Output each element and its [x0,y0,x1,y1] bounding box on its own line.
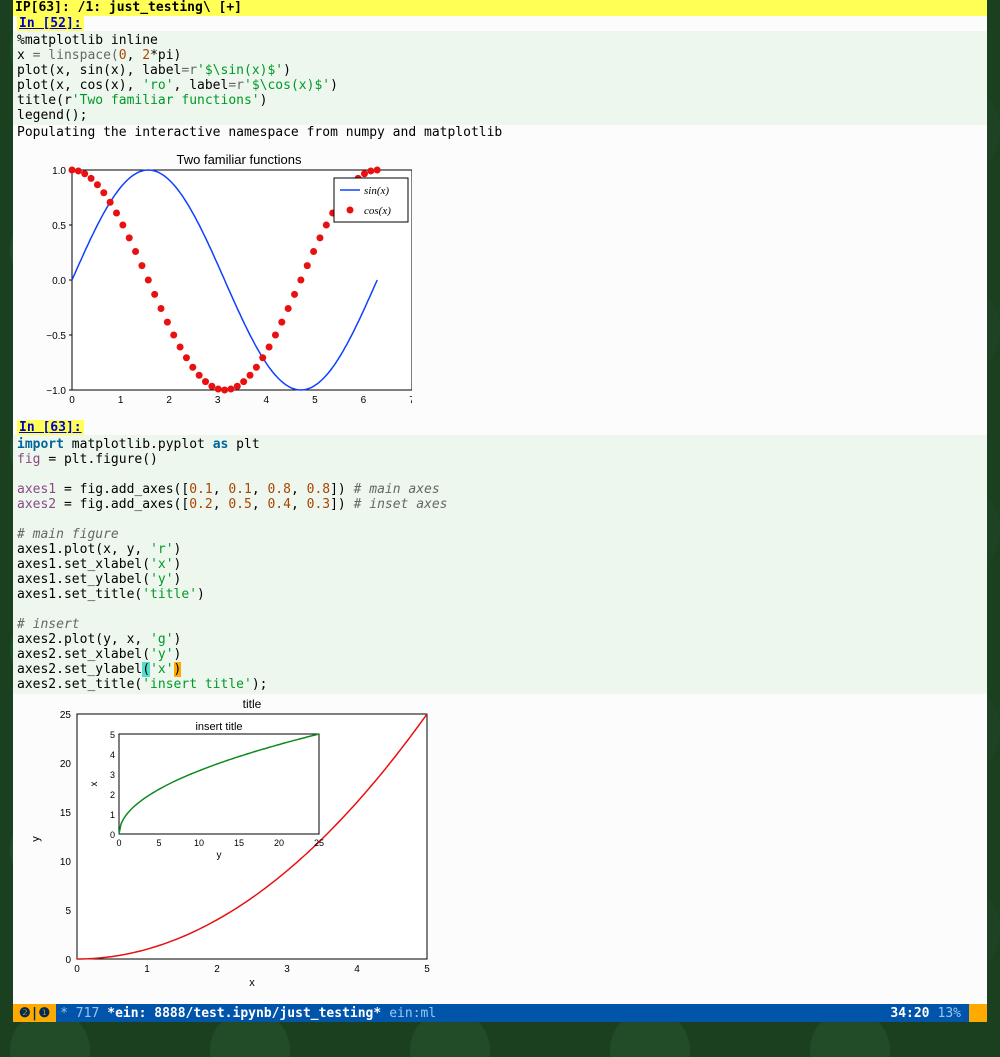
svg-text:0: 0 [69,395,75,406]
chart-2-yticks: 25 20 15 10 5 0 [60,710,72,966]
modeline-buffer: *ein: 8888/test.ipynb/just_testing* [103,1006,385,1021]
chart-1-legend: sin(x) cos(x) [334,178,408,222]
code-line: plot(x, sin(x), label=r'$\sin(x)$') [17,63,291,78]
svg-text:−1.0: −1.0 [46,386,66,397]
code-line: # insert [17,617,80,632]
svg-text:25: 25 [314,838,324,848]
svg-text:3: 3 [284,964,290,975]
svg-text:0: 0 [65,955,71,966]
chart-2-inset-xlabel: y [217,850,222,861]
svg-text:0: 0 [116,838,121,848]
svg-text:20: 20 [274,838,284,848]
svg-text:1: 1 [118,395,124,406]
code-line: fig = plt.figure() [17,452,158,467]
cell-2-code[interactable]: import matplotlib.pyplot as plt fig = pl… [13,435,987,694]
svg-text:cos(x): cos(x) [364,205,391,217]
code-line: %matplotlib inline [17,33,158,48]
svg-text:6: 6 [361,395,367,406]
chart-2-xlabel: x [249,977,255,986]
svg-text:2: 2 [166,395,172,406]
code-line: axes2.set_ylabel('x') [17,662,181,677]
chart-1-yticks: 1.0 0.5 0.0 −0.5 −1.0 [46,166,72,397]
modeline-mode: ein:ml [385,1006,440,1021]
modeline-end-block [969,1004,987,1022]
code-line: axes1.set_xlabel('x') [17,557,181,572]
svg-text:5: 5 [156,838,161,848]
chart-2: title 25 20 15 10 5 0 0 1 2 3 4 5 [13,694,987,996]
chart-2-title: title [243,697,262,711]
cell-1-code[interactable]: %matplotlib inline x = linspace(0, 2*pi)… [13,31,987,125]
code-line: axes1.plot(x, y, 'r') [17,542,181,557]
code-line: title(r'Two familiar functions') [17,93,267,108]
svg-text:0: 0 [110,830,115,840]
svg-text:5: 5 [424,964,430,975]
code-line: axes2.plot(y, x, 'g') [17,632,181,647]
code-line: axes1.set_ylabel('y') [17,572,181,587]
svg-text:5: 5 [65,906,71,917]
svg-text:4: 4 [110,750,115,760]
svg-text:5: 5 [312,395,318,406]
chart-2-ylabel: y [30,836,42,842]
modeline: ❷|❶ * 717 *ein: 8888/test.ipynb/just_tes… [13,1004,987,1022]
svg-text:−0.5: −0.5 [46,331,66,342]
chart-1-title: Two familiar functions [177,152,302,167]
svg-text:1: 1 [110,810,115,820]
svg-text:2: 2 [110,790,115,800]
chart-2-inset-ylabel: x [89,782,100,787]
svg-text:15: 15 [60,808,72,819]
svg-text:1: 1 [144,964,150,975]
chart-2-xticks: 0 1 2 3 4 5 [74,964,430,975]
code-line: axes2.set_xlabel('y') [17,647,181,662]
modeline-indicators: ❷|❶ [13,1004,56,1022]
code-line: import matplotlib.pyplot as plt [17,437,260,452]
code-line: # main figure [17,527,119,542]
svg-text:0.5: 0.5 [52,221,66,232]
chart-1-xticks: 0 1 2 3 4 5 6 7 [69,395,412,406]
cell-1-prompt: In [52]: [17,16,84,31]
code-line: axes1 = fig.add_axes([0.1, 0.1, 0.8, 0.8… [17,482,440,497]
chart-1: Two familiar functions 1.0 0.5 0.0 −0.5 … [13,140,987,420]
code-line: axes1.set_title('title') [17,587,205,602]
svg-text:4: 4 [354,964,360,975]
svg-text:sin(x): sin(x) [364,185,389,197]
code-line: legend(); [17,108,87,123]
editor-frame: IP[63]: /1: just_testing\ [+] In [52]: %… [13,0,987,1022]
svg-text:3: 3 [110,770,115,780]
svg-text:10: 10 [60,857,72,868]
modeline-percent: 13% [934,1006,965,1021]
cell-1[interactable]: In [52]: %matplotlib inline x = linspace… [13,16,987,140]
svg-text:15: 15 [234,838,244,848]
svg-text:7: 7 [409,395,412,406]
chart-1-svg: Two familiar functions 1.0 0.5 0.0 −0.5 … [17,150,412,410]
svg-text:2: 2 [214,964,220,975]
chart-2-svg: title 25 20 15 10 5 0 0 1 2 3 4 5 [17,696,437,986]
modeline-position: 34:20 [886,1006,933,1021]
code-line: x = linspace(0, 2*pi) [17,48,181,63]
svg-text:1.0: 1.0 [52,166,66,177]
cell-2[interactable]: In [63]: import matplotlib.pyplot as plt… [13,420,987,694]
title-bar: IP[63]: /1: just_testing\ [+] [13,0,987,16]
svg-text:4: 4 [264,395,270,406]
chart-2-inset-title: insert title [195,721,242,733]
cell-1-output: Populating the interactive namespace fro… [13,125,987,140]
cell-2-prompt: In [63]: [17,420,84,435]
code-line: axes2 = fig.add_axes([0.2, 0.5, 0.4, 0.3… [17,497,448,512]
code-line: axes2.set_title('insert title'); [17,677,267,692]
chart-2-inset-axes [119,734,319,834]
svg-text:0.0: 0.0 [52,276,66,287]
modeline-modified: * 717 [56,1006,103,1021]
svg-text:20: 20 [60,759,72,770]
code-line: plot(x, cos(x), 'ro', label=r'$\cos(x)$'… [17,78,338,93]
svg-text:5: 5 [110,730,115,740]
svg-text:10: 10 [194,838,204,848]
svg-text:0: 0 [74,964,80,975]
svg-text:3: 3 [215,395,221,406]
svg-text:25: 25 [60,710,72,721]
